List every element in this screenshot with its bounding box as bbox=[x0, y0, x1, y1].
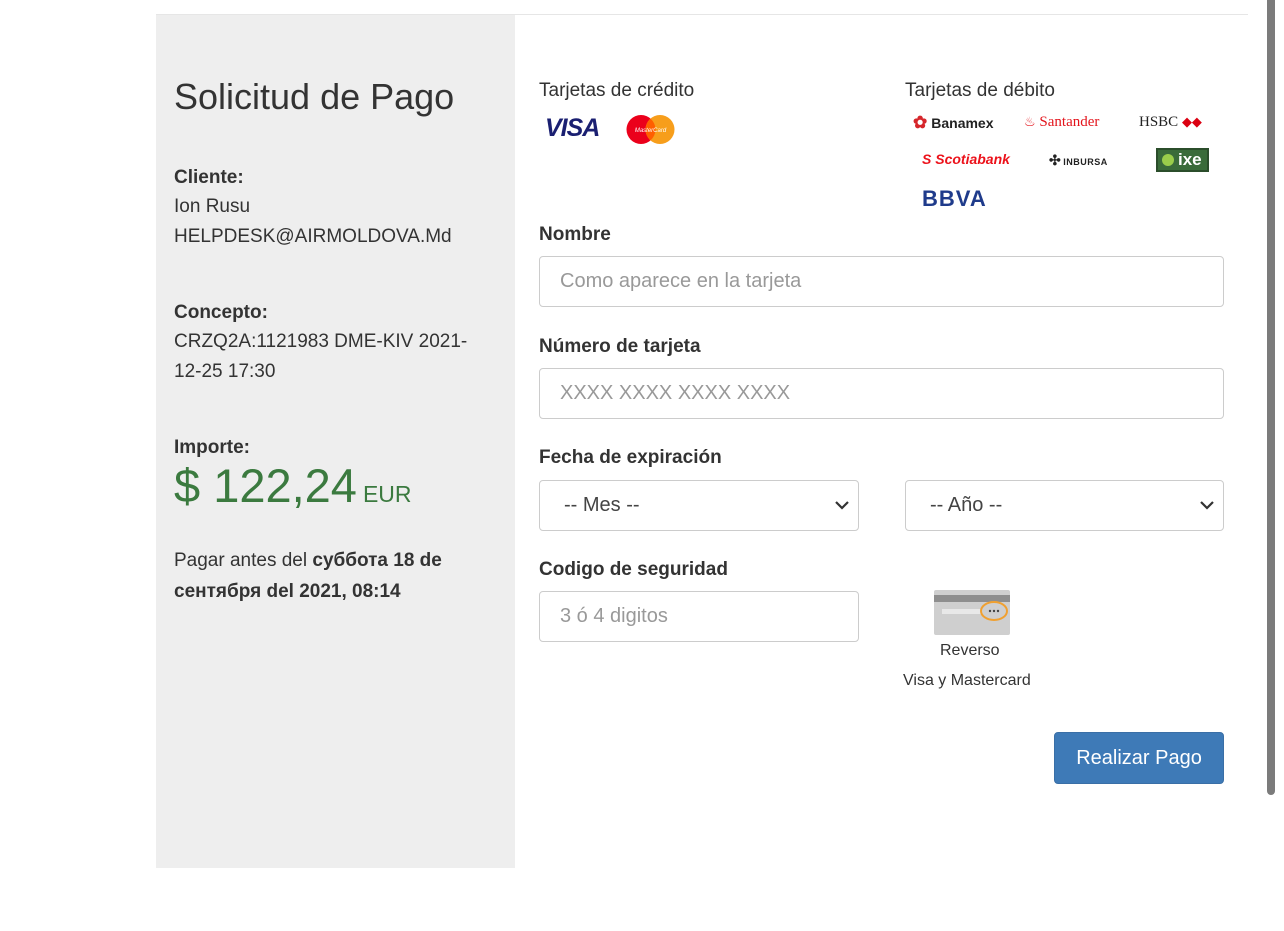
chevron-down-icon bbox=[1200, 501, 1214, 510]
banamex-flower-icon: ✿ bbox=[913, 113, 928, 132]
page-title: Solicitud de Pago bbox=[174, 76, 455, 117]
pay-before-prefix: Pagar antes del bbox=[174, 550, 313, 571]
card-back-icon bbox=[934, 590, 1010, 635]
hsbc-hexagon-icon: ◆◆ bbox=[1181, 114, 1202, 129]
payment-summary-panel: Solicitud de Pago Cliente: Ion Rusu HELP… bbox=[156, 15, 515, 868]
amount-number: $ 122,24 bbox=[174, 459, 357, 512]
chevron-down-icon bbox=[835, 501, 849, 510]
inbursa-logo: ✣ INBURSA bbox=[1049, 152, 1108, 168]
bbva-logo: BBVA bbox=[922, 186, 987, 211]
card-number-label: Número de tarjeta bbox=[539, 336, 701, 357]
security-code-label: Codigo de seguridad bbox=[539, 559, 728, 580]
ixe-logo: ixe bbox=[1156, 148, 1209, 172]
inbursa-mark-icon: ✣ bbox=[1049, 152, 1062, 168]
cvv-hint-line-1: Reverso bbox=[940, 642, 1000, 659]
client-email: HELPDESK@AIRMOLDOVA.Md bbox=[174, 226, 452, 247]
concept-line-2: 12-25 17:30 bbox=[174, 361, 276, 382]
card-number-input[interactable] bbox=[539, 368, 1224, 419]
debit-cards-label: Tarjetas de débito bbox=[905, 80, 1055, 101]
concept-label: Concepto: bbox=[174, 302, 268, 323]
amount-label: Importe: bbox=[174, 437, 250, 458]
credit-cards-label: Tarjetas de crédito bbox=[539, 80, 695, 101]
banamex-logo: ✿ Banamex bbox=[913, 113, 994, 132]
security-code-input[interactable] bbox=[539, 591, 859, 642]
cvv-hint-line-2: Visa y Mastercard bbox=[903, 672, 1031, 689]
pay-before-text: Pagar antes del субботa 18 de сентября d… bbox=[174, 545, 504, 607]
visa-logo: VISA bbox=[545, 114, 600, 142]
expiry-label: Fecha de expiración bbox=[539, 447, 722, 468]
santander-logo: ♨ Santander bbox=[1024, 114, 1100, 130]
client-name: Ion Rusu bbox=[174, 196, 251, 217]
scotiabank-logo: S Scotiabank bbox=[922, 151, 1010, 167]
client-label: Cliente: bbox=[174, 167, 244, 188]
concept-line-1: CRZQ2A:1121983 DME-KIV 2021- bbox=[174, 331, 468, 352]
amount-value: $ 122,24 EUR bbox=[174, 458, 412, 513]
submit-payment-button[interactable]: Realizar Pago bbox=[1054, 732, 1224, 784]
amount-currency: EUR bbox=[362, 481, 412, 507]
name-label: Nombre bbox=[539, 224, 611, 245]
mastercard-logo: MasterCard bbox=[626, 115, 675, 144]
scrollbar[interactable] bbox=[1267, 0, 1275, 795]
mastercard-logo-text: MasterCard bbox=[635, 128, 667, 134]
hsbc-logo: HSBC ◆◆ bbox=[1139, 114, 1202, 130]
expiry-year-select[interactable]: -- Año -- bbox=[905, 480, 1224, 531]
expiry-month-value: -- Mes -- bbox=[564, 494, 640, 516]
expiry-year-value: -- Año -- bbox=[930, 494, 1003, 516]
scotiabank-s-icon: S bbox=[922, 151, 932, 167]
expiry-month-select[interactable]: -- Mes -- bbox=[539, 480, 859, 531]
santander-flame-icon: ♨ bbox=[1024, 115, 1036, 130]
ixe-dot-icon bbox=[1162, 154, 1174, 166]
cardholder-name-input[interactable] bbox=[539, 256, 1224, 307]
